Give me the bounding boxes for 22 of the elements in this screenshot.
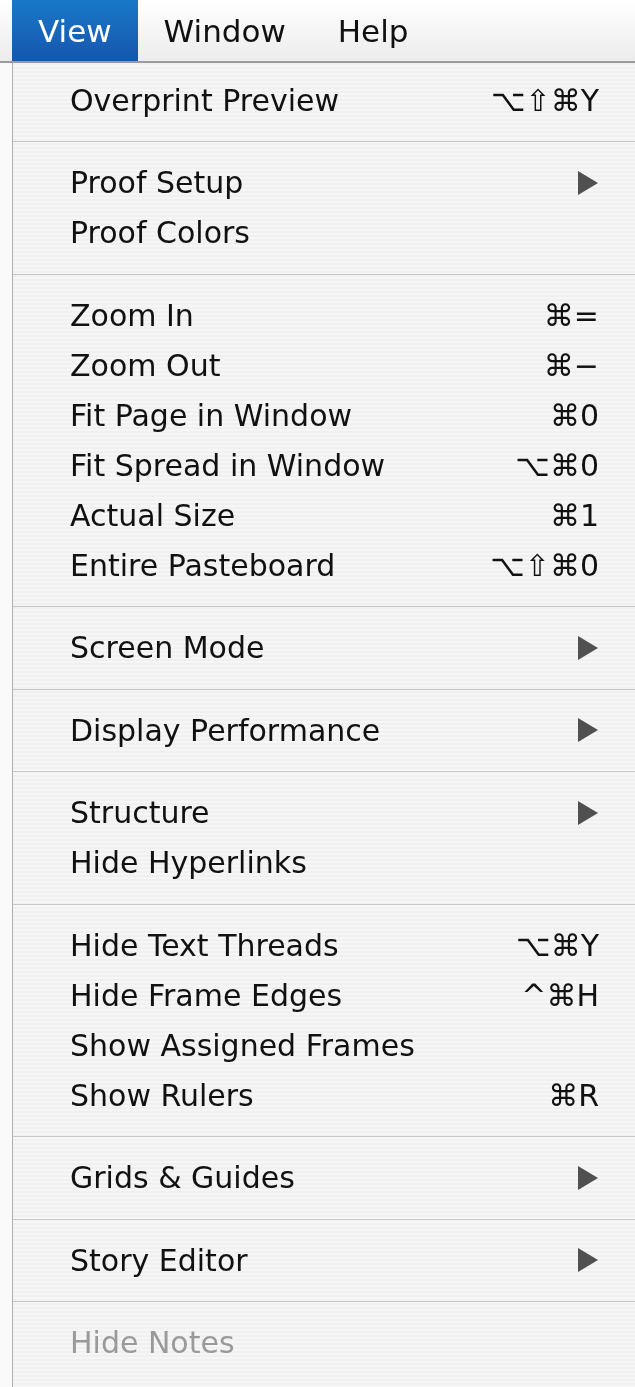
menu-item[interactable]: Fit Page in Window ⌘0: [13, 390, 635, 440]
menu-title[interactable]: View: [12, 0, 138, 61]
menu-item[interactable]: Actual Size ⌘1: [13, 490, 635, 540]
menu-item[interactable]: Fit Spread in Window ⌥⌘0: [13, 440, 635, 490]
menu-item[interactable]: Story Editor: [13, 1235, 635, 1285]
menu-item[interactable]: Zoom Out ⌘−: [13, 340, 635, 390]
menu-item[interactable]: Proof Setup: [13, 157, 635, 208]
menu-item[interactable]: Show Rulers ⌘R: [13, 1070, 635, 1120]
menu-title[interactable]: Help: [311, 0, 435, 61]
menu-item[interactable]: Overprint Preview ⌥⇧⌘Y: [13, 75, 635, 125]
menu-item[interactable]: Zoom In ⌘=: [13, 290, 635, 340]
menu-item[interactable]: Structure: [13, 787, 635, 838]
menu-item[interactable]: Entire Pasteboard ⌥⇧⌘0: [13, 540, 635, 590]
menu-item[interactable]: Screen Mode: [13, 622, 635, 673]
menu-item[interactable]: Display Performance: [13, 705, 635, 755]
menu-item[interactable]: Show Assigned Frames: [13, 1020, 635, 1070]
menu-item[interactable]: Hide Text Threads ⌥⌘Y: [13, 920, 635, 970]
menu-item[interactable]: Hide Hyperlinks: [13, 837, 635, 888]
menu-item[interactable]: Hide Frame Edges ^⌘H: [13, 970, 635, 1020]
menu-item[interactable]: Proof Colors: [13, 207, 635, 258]
menu-item[interactable]: Grids & Guides: [13, 1152, 635, 1203]
menu-title[interactable]: Window: [137, 0, 312, 61]
